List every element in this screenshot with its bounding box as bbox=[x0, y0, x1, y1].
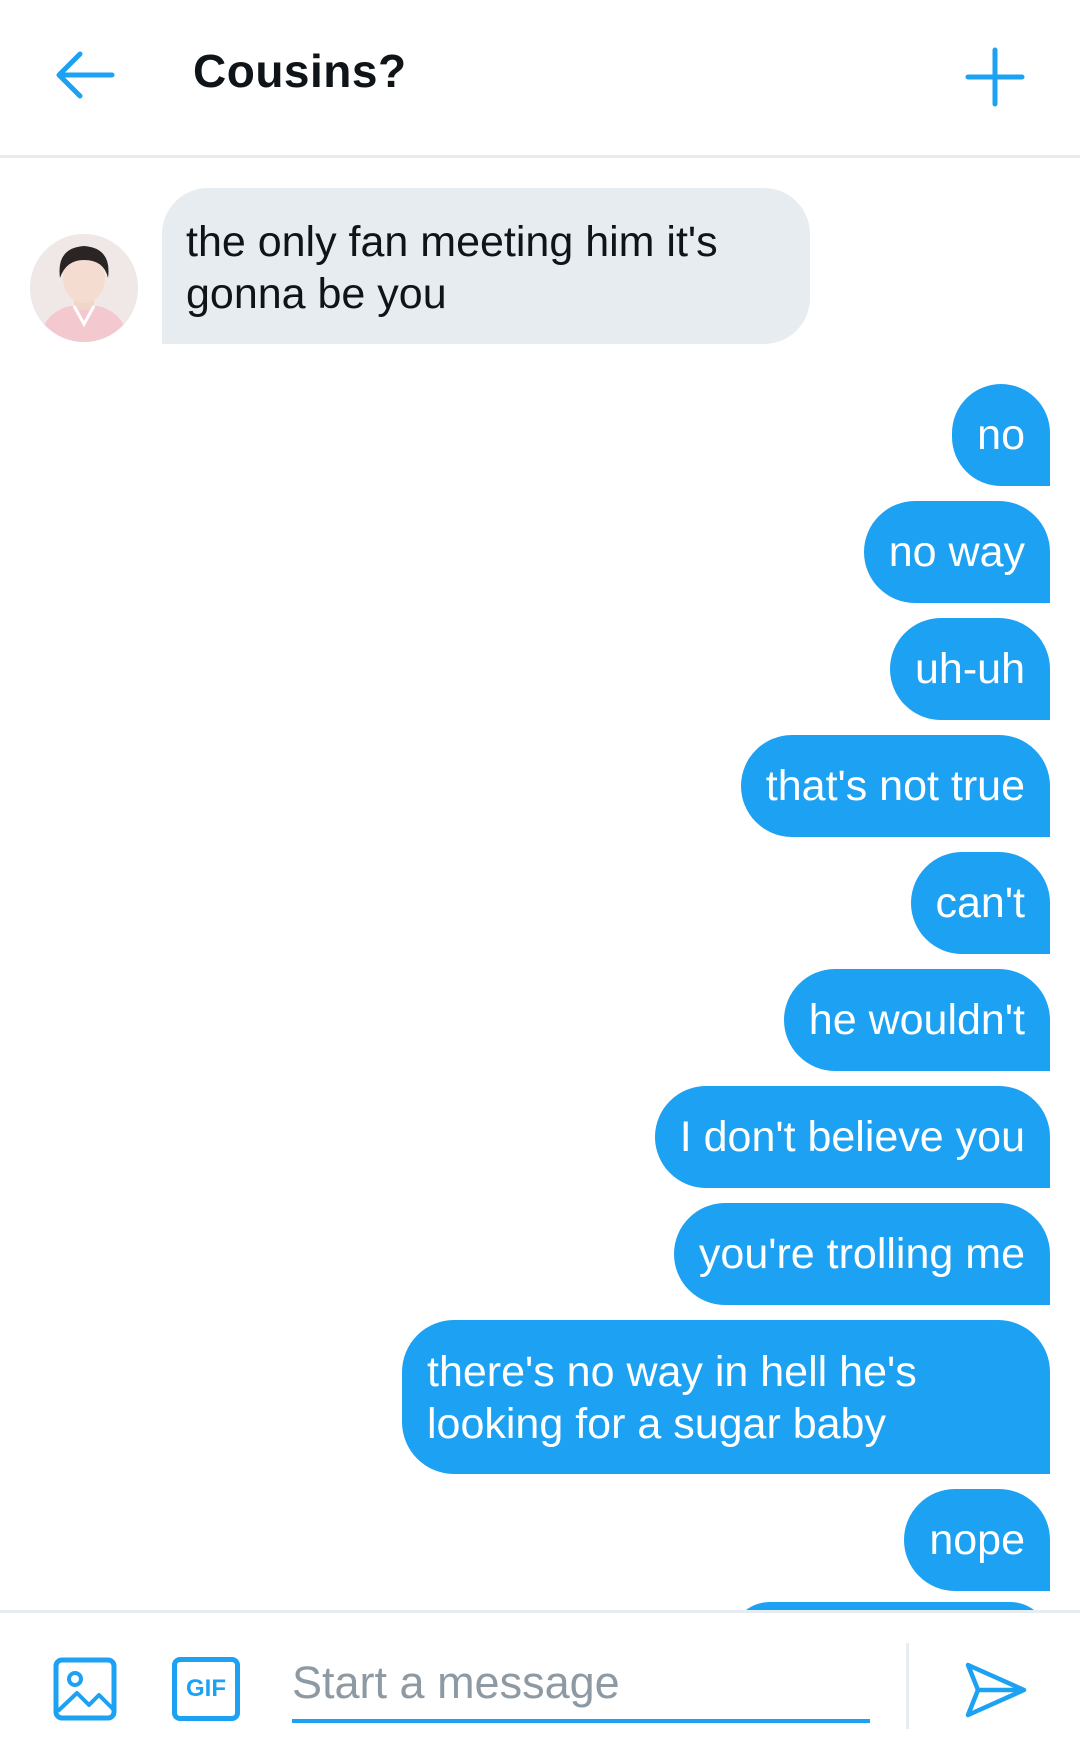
send-icon bbox=[965, 1662, 1027, 1718]
outgoing-message-bubble[interactable]: there's no way in hell he's looking for … bbox=[402, 1320, 1050, 1474]
outgoing-message-bubble[interactable]: he wouldn't bbox=[783, 969, 1050, 1071]
outgoing-message-bubble[interactable]: uh-uh bbox=[890, 618, 1050, 720]
plus-icon bbox=[965, 47, 1025, 107]
add-participant-button[interactable] bbox=[960, 42, 1030, 112]
outgoing-message-bubble[interactable]: nope bbox=[904, 1489, 1050, 1591]
back-arrow-icon bbox=[56, 51, 115, 99]
add-photo-button[interactable] bbox=[53, 1657, 117, 1721]
conversation-header: Cousins? bbox=[0, 0, 1080, 158]
avatar-image bbox=[30, 234, 138, 342]
avatar[interactable] bbox=[30, 234, 138, 342]
outgoing-message-bubble[interactable]: no way bbox=[863, 501, 1050, 603]
outgoing-message-bubble[interactable]: that's not true bbox=[740, 735, 1050, 837]
image-icon bbox=[53, 1657, 117, 1721]
message-input[interactable] bbox=[292, 1653, 870, 1723]
outgoing-message-bubble[interactable]: can't bbox=[910, 852, 1050, 954]
composer-divider bbox=[906, 1643, 909, 1729]
back-button[interactable] bbox=[50, 40, 120, 110]
outgoing-message-bubble[interactable]: no bbox=[952, 384, 1050, 486]
send-button[interactable] bbox=[960, 1655, 1030, 1725]
incoming-message-bubble[interactable]: the only fan meeting him it's gonna be y… bbox=[162, 188, 810, 344]
outgoing-message-bubble[interactable]: I don't believe you bbox=[654, 1086, 1050, 1188]
conversation-title: Cousins? bbox=[193, 45, 407, 97]
message-composer: GIF bbox=[0, 1610, 1080, 1749]
outgoing-message-bubble[interactable]: you're trolling me bbox=[673, 1203, 1050, 1305]
gif-button[interactable]: GIF bbox=[172, 1657, 240, 1721]
